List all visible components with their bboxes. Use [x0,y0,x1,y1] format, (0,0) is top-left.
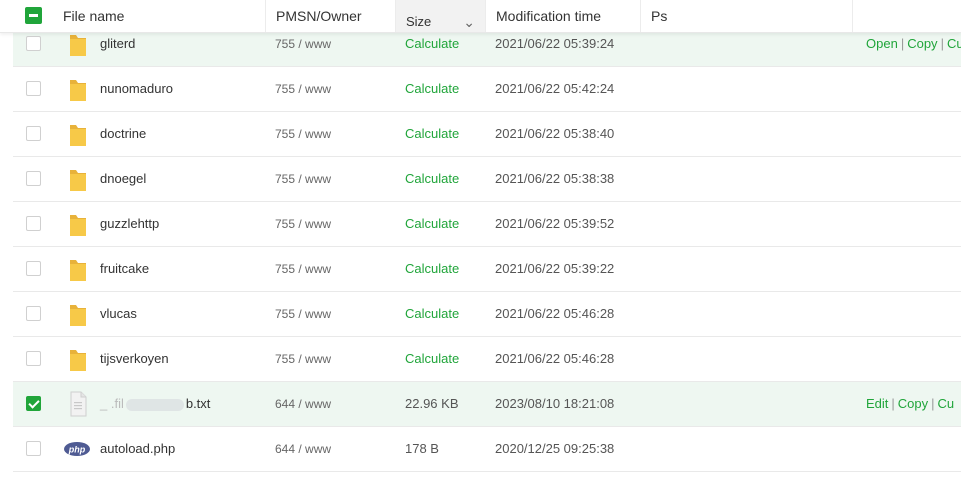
edit-link[interactable]: Edit [866,396,888,411]
modification-time: 2021/06/22 05:42:24 [495,81,615,96]
header-modification-time[interactable]: Modification time [486,0,641,32]
modification-time: 2021/06/22 05:39:52 [495,216,615,231]
row-checkbox[interactable] [26,306,41,321]
folder-icon [66,120,90,148]
php-file-icon: php [63,435,90,463]
header-pmsn-owner[interactable]: PMSN/Owner [266,0,396,32]
file-name[interactable]: _ .fil b.txt [100,382,210,426]
table-header: File name PMSN/Owner Size ⌄ Modification… [0,0,961,33]
folder-icon [66,300,90,328]
permission-owner[interactable]: 755 / www [275,202,331,246]
permission-owner[interactable]: 755 / www [275,337,331,381]
folder-icon [66,165,90,193]
file-name[interactable]: guzzlehttp [100,202,159,246]
calculate-size-link[interactable]: Calculate [405,157,459,201]
calculate-size-link[interactable]: Calculate [405,112,459,156]
table-row[interactable]: guzzlehttp 755 / www Calculate 2021/06/22 0… [13,202,961,247]
file-name[interactable]: vlucas [100,292,137,336]
modification-time: 2023/08/10 18:21:08 [495,396,615,411]
header-size-label: Size [406,14,432,29]
permission-owner[interactable]: 755 / www [275,157,331,201]
row-checkbox[interactable] [26,216,41,231]
cu-link[interactable]: Cu [938,396,955,411]
folder-icon [66,30,90,58]
header-file-name[interactable]: File name [53,0,266,32]
row-operations: Edit | Copy | Cu [866,382,954,426]
modification-time: 2021/06/22 05:46:28 [495,351,615,366]
row-checkbox[interactable] [26,81,41,96]
file-name[interactable]: autoload.php [100,427,175,471]
redacted-text [125,398,184,411]
separator: | [931,396,935,411]
permission-owner[interactable]: 755 / www [275,292,331,336]
open-link[interactable]: Open [866,36,898,51]
cu-link[interactable]: Cu [947,36,961,51]
permission-owner[interactable]: 644 / www [275,382,331,426]
svg-text:php: php [68,445,86,455]
row-checkbox[interactable] [26,351,41,366]
permission-owner[interactable]: 755 / www [275,67,331,111]
separator: | [940,36,944,51]
permission-owner[interactable]: 755 / www [275,112,331,156]
modification-time: 2021/06/22 05:38:40 [495,126,615,141]
file-size: 178 B [405,441,439,456]
row-checkbox[interactable] [26,261,41,276]
chevron-down-icon: ⌄ [463,14,475,30]
folder-icon [66,255,90,283]
row-checkbox[interactable] [26,171,41,186]
table-row[interactable]: nunomaduro 755 / www Calculate 2021/06/22 0… [13,67,961,112]
table-row[interactable]: tijsverkoyen 755 / www Calculate 2021/06/22… [13,337,961,382]
permission-owner[interactable]: 755 / www [275,247,331,291]
calculate-size-link[interactable]: Calculate [405,202,459,246]
table-row[interactable]: vlucas 755 / www Calculate 2021/06/22 05:46… [13,292,961,337]
folder-icon [66,345,90,373]
row-checkbox[interactable] [26,36,41,51]
modification-time: 2021/06/22 05:39:22 [495,261,615,276]
modification-time: 2021/06/22 05:38:38 [495,171,615,186]
modification-time: 2021/06/22 05:46:28 [495,306,615,321]
calculate-size-link[interactable]: Calculate [405,247,459,291]
file-size: 22.96 KB [405,396,459,411]
table-row[interactable]: dnoegel 755 / www Calculate 2021/06/22 05:3… [13,157,961,202]
file-name[interactable]: tijsverkoyen [100,337,169,381]
file-name[interactable]: fruitcake [100,247,149,291]
file-name[interactable]: nunomaduro [100,67,173,111]
table-row[interactable]: doctrine 755 / www Calculate 2021/06/22 05:… [13,112,961,157]
modification-time: 2020/12/25 09:25:38 [495,441,615,456]
permission-owner[interactable]: 644 / www [275,427,331,471]
copy-link[interactable]: Copy [898,396,928,411]
table-row[interactable]: _ .fil b.txt 644 / www 22.96 KB 2023/08/10 1… [13,382,961,427]
header-ps[interactable]: Ps [641,0,853,32]
copy-link[interactable]: Copy [907,36,937,51]
row-checkbox[interactable] [26,441,41,456]
header-operations [853,0,961,32]
separator: | [900,36,905,51]
table-row[interactable]: php autoload.php 644 / www 178 B 2020/12/25 … [13,427,961,472]
separator: | [891,396,895,411]
table-row[interactable]: fruitcake 755 / www Calculate 2021/06/22 05… [13,247,961,292]
row-checkbox[interactable] [26,126,41,141]
row-checkbox[interactable] [26,396,41,411]
text-file-icon [66,390,90,418]
folder-icon [66,75,90,103]
folder-icon [66,210,90,238]
file-name[interactable]: dnoegel [100,157,146,201]
calculate-size-link[interactable]: Calculate [405,337,459,381]
header-size[interactable]: Size ⌄ [396,0,486,32]
calculate-size-link[interactable]: Calculate [405,292,459,336]
file-name[interactable]: doctrine [100,112,146,156]
calculate-size-link[interactable]: Calculate [405,67,459,111]
select-all-checkbox[interactable] [25,7,42,24]
